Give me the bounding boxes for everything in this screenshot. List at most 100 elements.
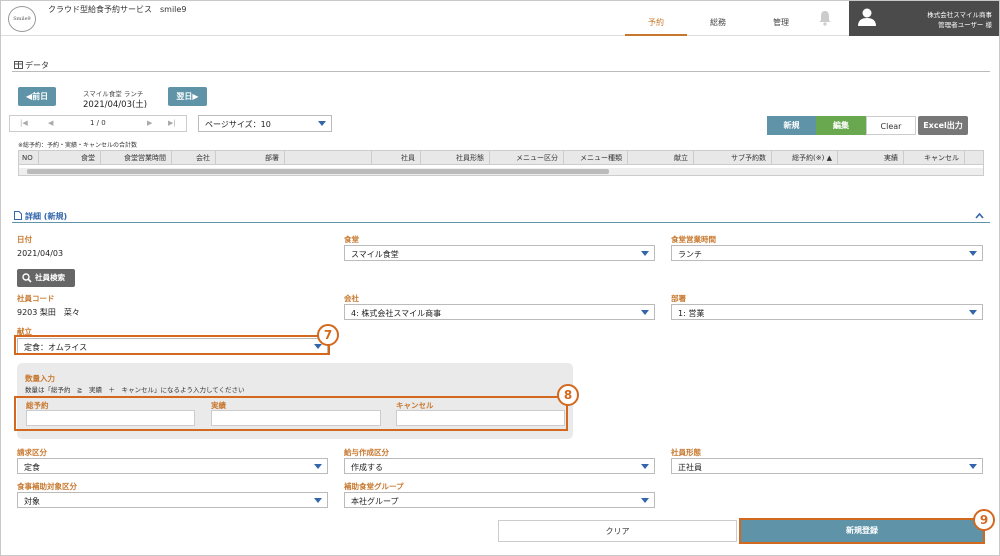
pager-status: 1 / 0 (90, 119, 106, 127)
prev-page-icon[interactable]: ◀ (48, 119, 53, 127)
page-size-value: ページサイズ：10 (205, 120, 271, 129)
subsidy-select[interactable]: 対象 (17, 492, 328, 508)
hours-value: ランチ (678, 250, 702, 259)
prev-day-button[interactable]: ◀前日 (18, 87, 56, 106)
column-header[interactable]: メニュー区分 (490, 151, 564, 165)
cafeteria-value: スマイル食堂 (351, 250, 399, 259)
table-scrollbar[interactable] (19, 168, 983, 175)
actual-input[interactable] (211, 410, 381, 426)
subsidy-group-label: 補助食堂グループ (344, 482, 404, 491)
subsidy-value: 対象 (24, 497, 40, 506)
employee-code-label: 社員コード (17, 294, 55, 303)
scrollbar-thumb[interactable] (27, 169, 609, 174)
pager: |◀ ◀ 1 / 0 ▶ ▶| (9, 115, 187, 132)
total-reservation-input[interactable] (26, 410, 195, 426)
chevron-up-icon[interactable] (975, 212, 984, 219)
hours-select[interactable]: ランチ (671, 245, 983, 261)
register-button[interactable]: 新規登録 (741, 520, 983, 542)
app-title: クラウド型給食予約サービス smile9 (48, 5, 187, 14)
payroll-select[interactable]: 作成する (344, 458, 655, 474)
payroll-label: 給与作成区分 (344, 448, 389, 457)
date-value: 2021/04/03 (17, 249, 64, 258)
column-header[interactable]: NO (19, 151, 39, 165)
column-header[interactable]: 会社 (172, 151, 216, 165)
first-page-icon[interactable]: |◀ (20, 119, 28, 127)
clear-button[interactable]: Clear (866, 116, 916, 135)
new-button[interactable]: 新規 (767, 116, 816, 135)
chevron-down-icon (641, 464, 649, 469)
column-header[interactable]: キャンセル (904, 151, 965, 165)
column-header[interactable]: 社員形態 (421, 151, 490, 165)
company-select[interactable]: 4: 株式会社スマイル商事 (344, 304, 655, 320)
billing-value: 定食 (24, 463, 40, 472)
table-header: NO 食堂 食堂営業時間 会社 部署 社員 社員形態 メニュー区分 メニュー種類… (19, 151, 983, 165)
billing-label: 請求区分 (17, 448, 47, 457)
department-select[interactable]: 1: 営業 (671, 304, 983, 320)
chevron-down-icon (314, 498, 322, 503)
excel-export-button[interactable]: Excel出力 (918, 116, 968, 135)
table-icon (14, 61, 23, 69)
column-header[interactable]: 実績 (838, 151, 904, 165)
annotation-9: 9 (973, 509, 995, 531)
annotation-8: 8 (557, 384, 579, 406)
chevron-down-icon (969, 464, 977, 469)
cafeteria-label: 食堂 (344, 235, 359, 244)
next-page-icon[interactable]: ▶ (147, 119, 152, 127)
billing-select[interactable]: 定食 (17, 458, 328, 474)
column-header[interactable]: メニュー種類 (564, 151, 628, 165)
menu-select[interactable]: 定食：オムライス (17, 338, 328, 354)
cafeteria-meal-label: スマイル食堂 ランチ (83, 90, 144, 98)
column-header[interactable]: サブ予約数 (694, 151, 772, 165)
chevron-down-icon (641, 498, 649, 503)
department-label: 部署 (671, 294, 686, 303)
hours-label: 食堂営業時間 (671, 235, 716, 244)
user-company: 株式会社スマイル商事 (927, 11, 992, 19)
bell-icon[interactable] (818, 10, 832, 26)
chevron-down-icon (641, 251, 649, 256)
subsidy-label: 食事補助対象区分 (17, 482, 77, 491)
column-header[interactable]: 総予約(※) ▲ (772, 151, 838, 165)
chevron-down-icon (969, 251, 977, 256)
column-header[interactable]: 社員 (372, 151, 421, 165)
annotation-7: 7 (317, 324, 339, 346)
employee-code-value: 9203 梨田 菜々 (17, 308, 80, 317)
chevron-down-icon (314, 344, 322, 349)
data-section-title: データ (25, 61, 49, 70)
cancel-input[interactable] (396, 410, 565, 426)
cafeteria-select[interactable]: スマイル食堂 (344, 245, 655, 261)
nav-tab-reservation[interactable]: 予約 (625, 0, 687, 36)
next-day-button[interactable]: 翌日▶ (168, 87, 207, 106)
employee-search-label: 社員検索 (35, 273, 65, 282)
company-label: 会社 (344, 294, 359, 303)
chevron-down-icon (969, 310, 977, 315)
page-size-select[interactable]: ページサイズ：10 (198, 115, 332, 132)
company-value: 4: 株式会社スマイル商事 (351, 309, 442, 318)
column-header[interactable]: 食堂営業時間 (101, 151, 172, 165)
user-menu[interactable]: 株式会社スマイル商事 管理者ユーザー 様 (849, 0, 1000, 36)
search-icon (22, 273, 32, 283)
column-spacer (285, 151, 372, 165)
app-logo[interactable]: Smile9 (8, 6, 36, 32)
nav-tab-admin[interactable]: 管理 (750, 0, 812, 36)
quantity-title: 数量入力 (25, 374, 55, 383)
menu-value: 定食：オムライス (24, 343, 88, 352)
quantity-panel: 数量入力 数量は「総予約 ≧ 実績 ＋ キャンセル」になるよう入力してください … (17, 363, 573, 439)
edit-button[interactable]: 編集 (816, 116, 866, 135)
form-clear-button[interactable]: クリア (498, 520, 737, 542)
quantity-note: 数量は「総予約 ≧ 実績 ＋ キャンセル」になるよう入力してください (25, 386, 245, 394)
column-header[interactable]: 部署 (216, 151, 285, 165)
subsidy-group-select[interactable]: 本社グループ (344, 492, 655, 508)
employee-type-select[interactable]: 正社員 (671, 458, 983, 474)
detail-section-divider (12, 222, 990, 223)
chevron-down-icon (318, 121, 326, 126)
last-page-icon[interactable]: ▶| (168, 119, 176, 127)
data-section-divider (12, 71, 990, 72)
reservation-table: NO 食堂 食堂営業時間 会社 部署 社員 社員形態 メニュー区分 メニュー種類… (18, 150, 984, 176)
column-header[interactable]: 食堂 (39, 151, 101, 165)
current-date: 2021/04/03(土) (83, 100, 148, 110)
menu-label: 献立 (17, 327, 32, 336)
employee-search-button[interactable]: 社員検索 (17, 269, 75, 287)
nav-tab-general-affairs[interactable]: 総務 (687, 0, 749, 36)
date-label: 日付 (17, 235, 32, 244)
column-header[interactable]: 献立 (628, 151, 694, 165)
